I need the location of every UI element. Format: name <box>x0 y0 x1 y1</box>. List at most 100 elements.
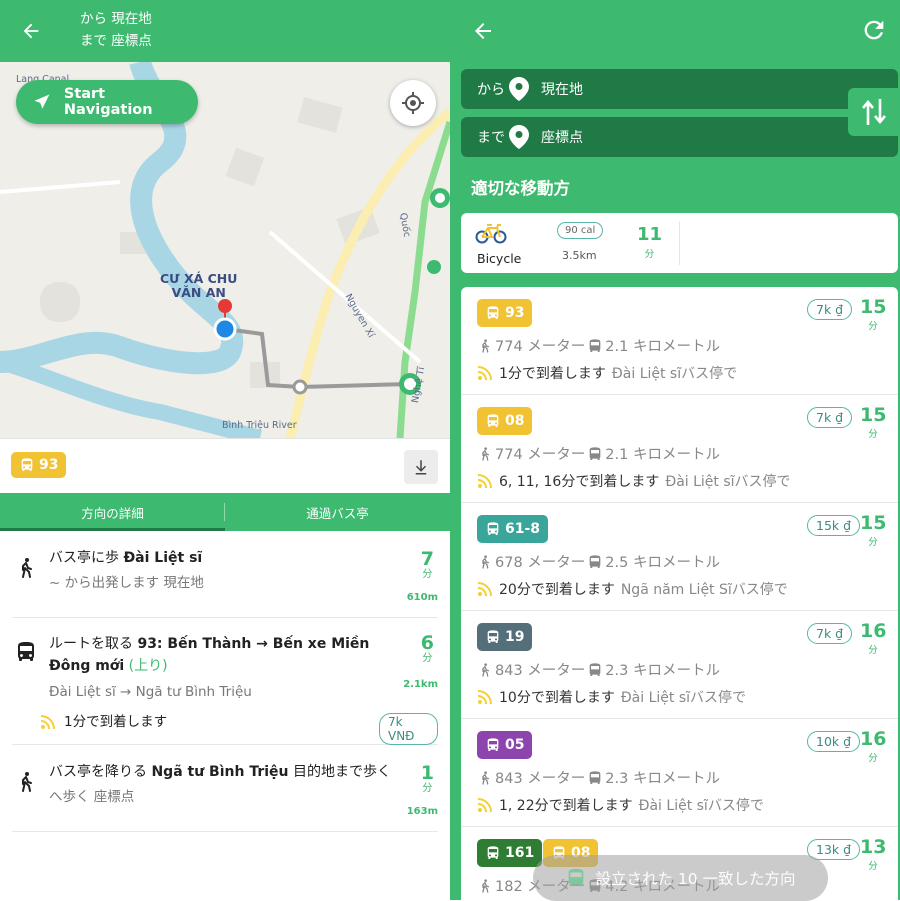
bus-small-icon <box>589 770 601 784</box>
header-to: まで 座標点 <box>80 33 152 49</box>
walk-icon <box>482 338 489 353</box>
route-option[interactable]: 61-8 15k ₫ 15 分 678 メーター 2.5 キロメートル 20分で到着します N… <box>461 503 898 611</box>
bus-small-icon <box>589 662 601 676</box>
navigation-arrow-icon <box>34 94 50 109</box>
back-button[interactable] <box>468 16 498 46</box>
route-badge: 05 <box>477 731 533 759</box>
bus-icon <box>18 642 34 661</box>
swap-button[interactable] <box>848 88 900 136</box>
walk-ride-summary: 678 メーター 2.5 キロメートル <box>477 551 720 572</box>
bus-icon <box>487 630 499 643</box>
route-badge: 93 <box>477 299 533 327</box>
bicycle-option[interactable]: Bicycle 90 cal 3.5km 11 分 <box>461 213 898 273</box>
route-option[interactable]: 19 7k ₫ 16 分 843 メーター 2.3 キロメートル 10分で到着します Đài … <box>461 611 898 719</box>
live-signal-icon <box>477 798 492 813</box>
arrival-info: 10分で到着します Đài Liệt sĩバス停で <box>477 687 746 707</box>
bus-icon <box>21 458 33 471</box>
route-option[interactable]: 93 7k ₫ 15 分 774 メーター 2.1 キロメートル 1分で到着します Đài L… <box>461 287 898 395</box>
step-get-off[interactable]: バス亭を降りる Ngã tư Bình Triệu 目的地まで歩く へ歩く 座標… <box>12 745 438 832</box>
route-minutes: 13 分 <box>860 836 887 872</box>
tab-bus-stops[interactable]: 通過バス亭 <box>225 493 450 531</box>
route-minutes: 15 分 <box>860 512 887 548</box>
bus-icon <box>487 846 499 859</box>
route-options-panel: から 現在地 まで 座標点 適切な移動方 Bicycle 90 cal 3.5k… <box>450 0 900 900</box>
walk-icon <box>482 554 489 569</box>
fare-pill: 15k ₫ <box>807 515 861 536</box>
detail-tabs: 方向の詳細 通過バス亭 <box>0 493 450 531</box>
section-title: 適切な移動方 <box>471 179 570 198</box>
route-badge: 61-8 <box>477 515 549 543</box>
step-take-route[interactable]: ルートを取る 93: Bến Thành → Bến xe Miền Đông … <box>12 618 438 745</box>
route-badge: 161 <box>477 839 543 867</box>
refresh-icon <box>864 20 884 40</box>
bus-icon <box>569 868 584 887</box>
header-from: から 現在地 <box>80 11 152 27</box>
route-minutes: 15 分 <box>860 404 887 440</box>
to-field[interactable]: まで 座標点 <box>461 117 898 157</box>
walk-icon <box>22 558 32 578</box>
live-signal-icon <box>477 582 492 597</box>
live-signal-icon <box>477 474 492 489</box>
walk-ride-summary: 774 メーター 2.1 キロメートル <box>477 335 720 356</box>
walk-icon <box>22 772 32 792</box>
step-list: バス亭に歩 Đài Liệt sĩ ~ から出発します 現在地 7分 610m … <box>0 531 450 832</box>
walk-ride-summary: 843 メーター 2.3 キロメートル <box>477 767 720 788</box>
arrival-info: 1分で到着します Đài Liệt sĩバス停で <box>477 363 737 383</box>
my-location-button[interactable] <box>390 80 436 126</box>
bus-route-badge[interactable]: 93 <box>11 452 67 478</box>
bicycle-distance: 3.5km <box>562 249 597 262</box>
location-pin-icon <box>509 77 529 101</box>
left-header: から 現在地 まで 座標点 <box>0 0 450 62</box>
fare-pill: 7k ₫ <box>807 623 853 644</box>
route-option[interactable]: 08 7k ₫ 15 分 774 メーター 2.1 キロメートル 6, 11, 16分で到着… <box>461 395 898 503</box>
from-field[interactable]: から 現在地 <box>461 69 898 109</box>
step-distance: 163m <box>406 806 438 817</box>
live-signal-icon <box>40 715 55 730</box>
route-detail-panel: から 現在地 まで 座標点 CƯ XÁ CHU VĂN AN Nguyen Xí… <box>0 0 450 900</box>
bus-icon <box>487 522 499 535</box>
route-badge: 19 <box>477 623 533 651</box>
crosshair-icon <box>402 92 424 114</box>
live-signal-icon <box>477 690 492 705</box>
step-minutes: 6分 <box>420 632 434 664</box>
step-distance: 2.1km <box>403 679 438 690</box>
bus-small-icon <box>589 554 601 568</box>
fare-pill: 7k ₫ <box>807 299 853 320</box>
refresh-button[interactable] <box>860 16 888 48</box>
start-navigation-button[interactable]: Start Navigation <box>16 80 198 124</box>
fare-pill: 10k ₫ <box>807 731 861 752</box>
walk-icon <box>482 770 489 785</box>
step-minutes: 1分 <box>420 762 434 794</box>
bus-small-icon <box>589 338 601 352</box>
tab-directions[interactable]: 方向の詳細 <box>0 493 225 531</box>
live-signal-icon <box>477 366 492 381</box>
bus-icon <box>487 414 499 427</box>
results-toast: 設立された 10 一致した方向 <box>533 855 828 901</box>
selected-bus-bar: 93 <box>0 438 450 493</box>
route-minutes: 16 分 <box>860 620 887 656</box>
river-label: Bình Triệu River <box>222 420 297 431</box>
route-minutes: 16 分 <box>860 728 887 764</box>
district-label: CƯ XÁ CHU VĂN AN <box>160 271 238 300</box>
bus-small-icon <box>589 446 601 460</box>
route-badge: 08 <box>477 407 533 435</box>
route-option[interactable]: 05 10k ₫ 16 分 843 メーター 2.3 キロメートル 1, 22分で到着します… <box>461 719 898 827</box>
fare-pill: 7k ₫ <box>807 407 853 428</box>
arrow-down-bar-icon <box>415 460 427 475</box>
back-button[interactable] <box>16 16 46 46</box>
bicycle-minutes: 11 分 <box>637 224 663 261</box>
arrow-left-icon <box>23 23 39 39</box>
calories-pill: 90 cal <box>557 222 604 239</box>
route-minutes: 15 分 <box>860 296 887 332</box>
fare-pill: 7k VNĐ <box>379 713 438 745</box>
bus-icon <box>487 306 499 319</box>
bicycle-icon <box>475 224 507 244</box>
walk-icon <box>482 878 489 893</box>
arrival-info: 1分で到着します <box>40 711 167 733</box>
route-list: 93 7k ₫ 15 分 774 メーター 2.1 キロメートル 1分で到着します Đài L… <box>461 287 898 900</box>
swap-vertical-icon <box>862 99 886 125</box>
collapse-button[interactable] <box>404 450 438 484</box>
walk-icon <box>482 662 489 677</box>
step-walk-to-stop[interactable]: バス亭に歩 Đài Liệt sĩ ~ から出発します 現在地 7分 610m <box>12 531 438 618</box>
arrival-info: 20分で到着します Ngã năm Liệt Sĩバス停で <box>477 579 788 599</box>
